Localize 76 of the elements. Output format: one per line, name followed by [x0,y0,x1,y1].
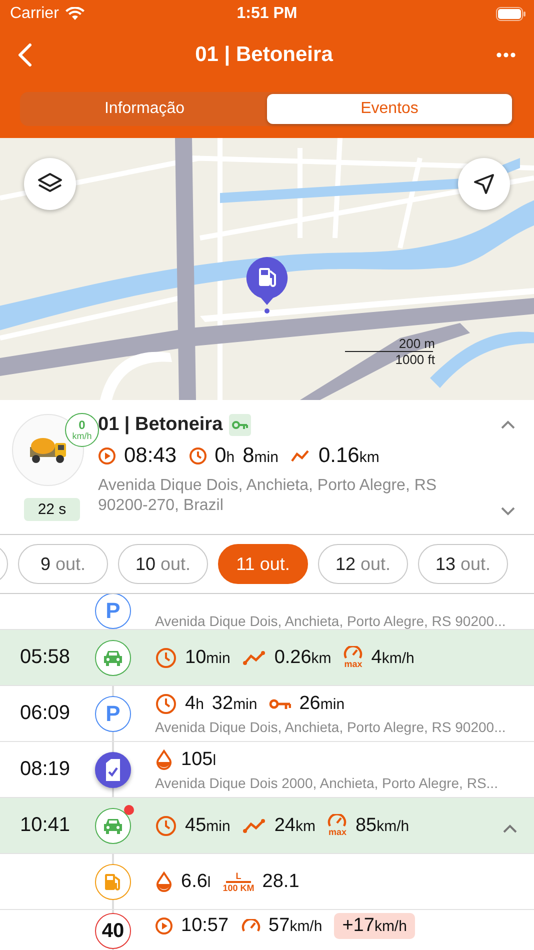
event-address: Avenida Dique Dois 2000, Anchieta, Porto Alegre, RS... [155,774,498,790]
clock-icon [155,646,177,668]
car-icon [102,648,124,666]
stat-value: +17km/h [342,915,407,937]
age-badge: 22 s [24,498,80,521]
key-icon [269,698,292,710]
gauge-icon [240,919,261,933]
fuel-pump-icon [103,872,123,892]
event-time: 05:58 [20,646,70,668]
event-time: 10:41 [20,814,70,836]
play-icon [155,917,173,935]
route-icon [242,818,266,834]
marker-label: P [106,598,120,624]
marker-label: 40 [102,920,124,942]
date-pill[interactable]: 12 out. [318,544,408,584]
clock-icon [155,692,177,714]
speed-unit: km/h [72,431,92,441]
stat-value: 4h [185,692,204,714]
stat-value: 28.1 [262,870,300,892]
date-pill[interactable]: 9 out. [18,544,108,584]
gauge-icon [327,814,348,828]
route-icon [242,650,266,666]
battery-icon [496,7,526,21]
tab[interactable]: Eventos [267,94,512,124]
liters-label: L [226,870,252,882]
mixer-truck-icon [28,435,68,465]
stat-value: 24km [274,814,316,836]
date-pill[interactable]: 11 out. [218,544,308,584]
stat-value: 85km/h [355,814,410,836]
navigation-arrow-icon [473,173,495,195]
stat-value: 45min [185,814,230,836]
vehicle-name: 01 | Betoneira [98,414,223,436]
stat-value: 105l [181,748,216,770]
scale-label: 200 m [398,336,435,351]
route-icon [290,449,310,463]
max-label: max [328,828,346,837]
speed-value: 0 [78,419,86,431]
gauge-icon [343,646,364,660]
event-time: 06:09 [20,702,70,724]
stat-value: 32min [212,692,258,714]
wifi-icon [64,7,85,21]
clock-icon [188,447,207,465]
distance-unit-label: 100 KM [222,882,254,892]
tab[interactable]: Informação [22,94,267,124]
stat-value: 08:43 [124,444,177,468]
event-address: Avenida Dique Dois, Anchieta, Porto Alegre, RS 90200... [155,613,506,629]
fuel-pin-icon [245,256,289,314]
stat-value: 0.16km [318,444,380,468]
date-pill[interactable]: 10 out. [118,544,208,584]
clock-icon [155,814,177,836]
event-time: 08:19 [20,758,70,780]
stat-value: 6.6l [181,870,211,892]
stat-value: 10min [185,646,230,668]
clock-time: 1:51 PM [236,5,298,23]
fuel-drop-icon [155,748,173,770]
event-address: Avenida Dique Dois, Anchieta, Porto Alegre, RS 90200... [155,718,506,734]
stat-value: 0h [214,444,235,468]
carrier-label: Carrier [10,5,59,23]
max-label: max [344,660,362,669]
more-icon [496,52,516,58]
fuel-drop-icon [155,870,173,892]
date-pill[interactable]: 13 out. [418,544,508,584]
stat-value: 0.26km [274,646,332,668]
marker-label: P [106,700,120,726]
stat-value: 10:57 [181,915,229,937]
stat-value: 57km/h [268,915,322,937]
stat-value: 4km/h [371,646,414,668]
scale-label: 1000 ft [395,352,435,367]
car-icon [102,816,124,834]
vehicle-address: Avenida Dique Dois, Anchieta, Porto Alegre, RS 90200-270, Brazil [98,476,438,516]
screen-title: 01 | Betoneira [195,43,333,67]
play-icon [98,447,116,465]
stat-value: 26min [299,692,345,714]
alert-dot [124,804,134,814]
stat-value: 8min [242,444,278,468]
jerrycan-check-icon [103,758,123,782]
